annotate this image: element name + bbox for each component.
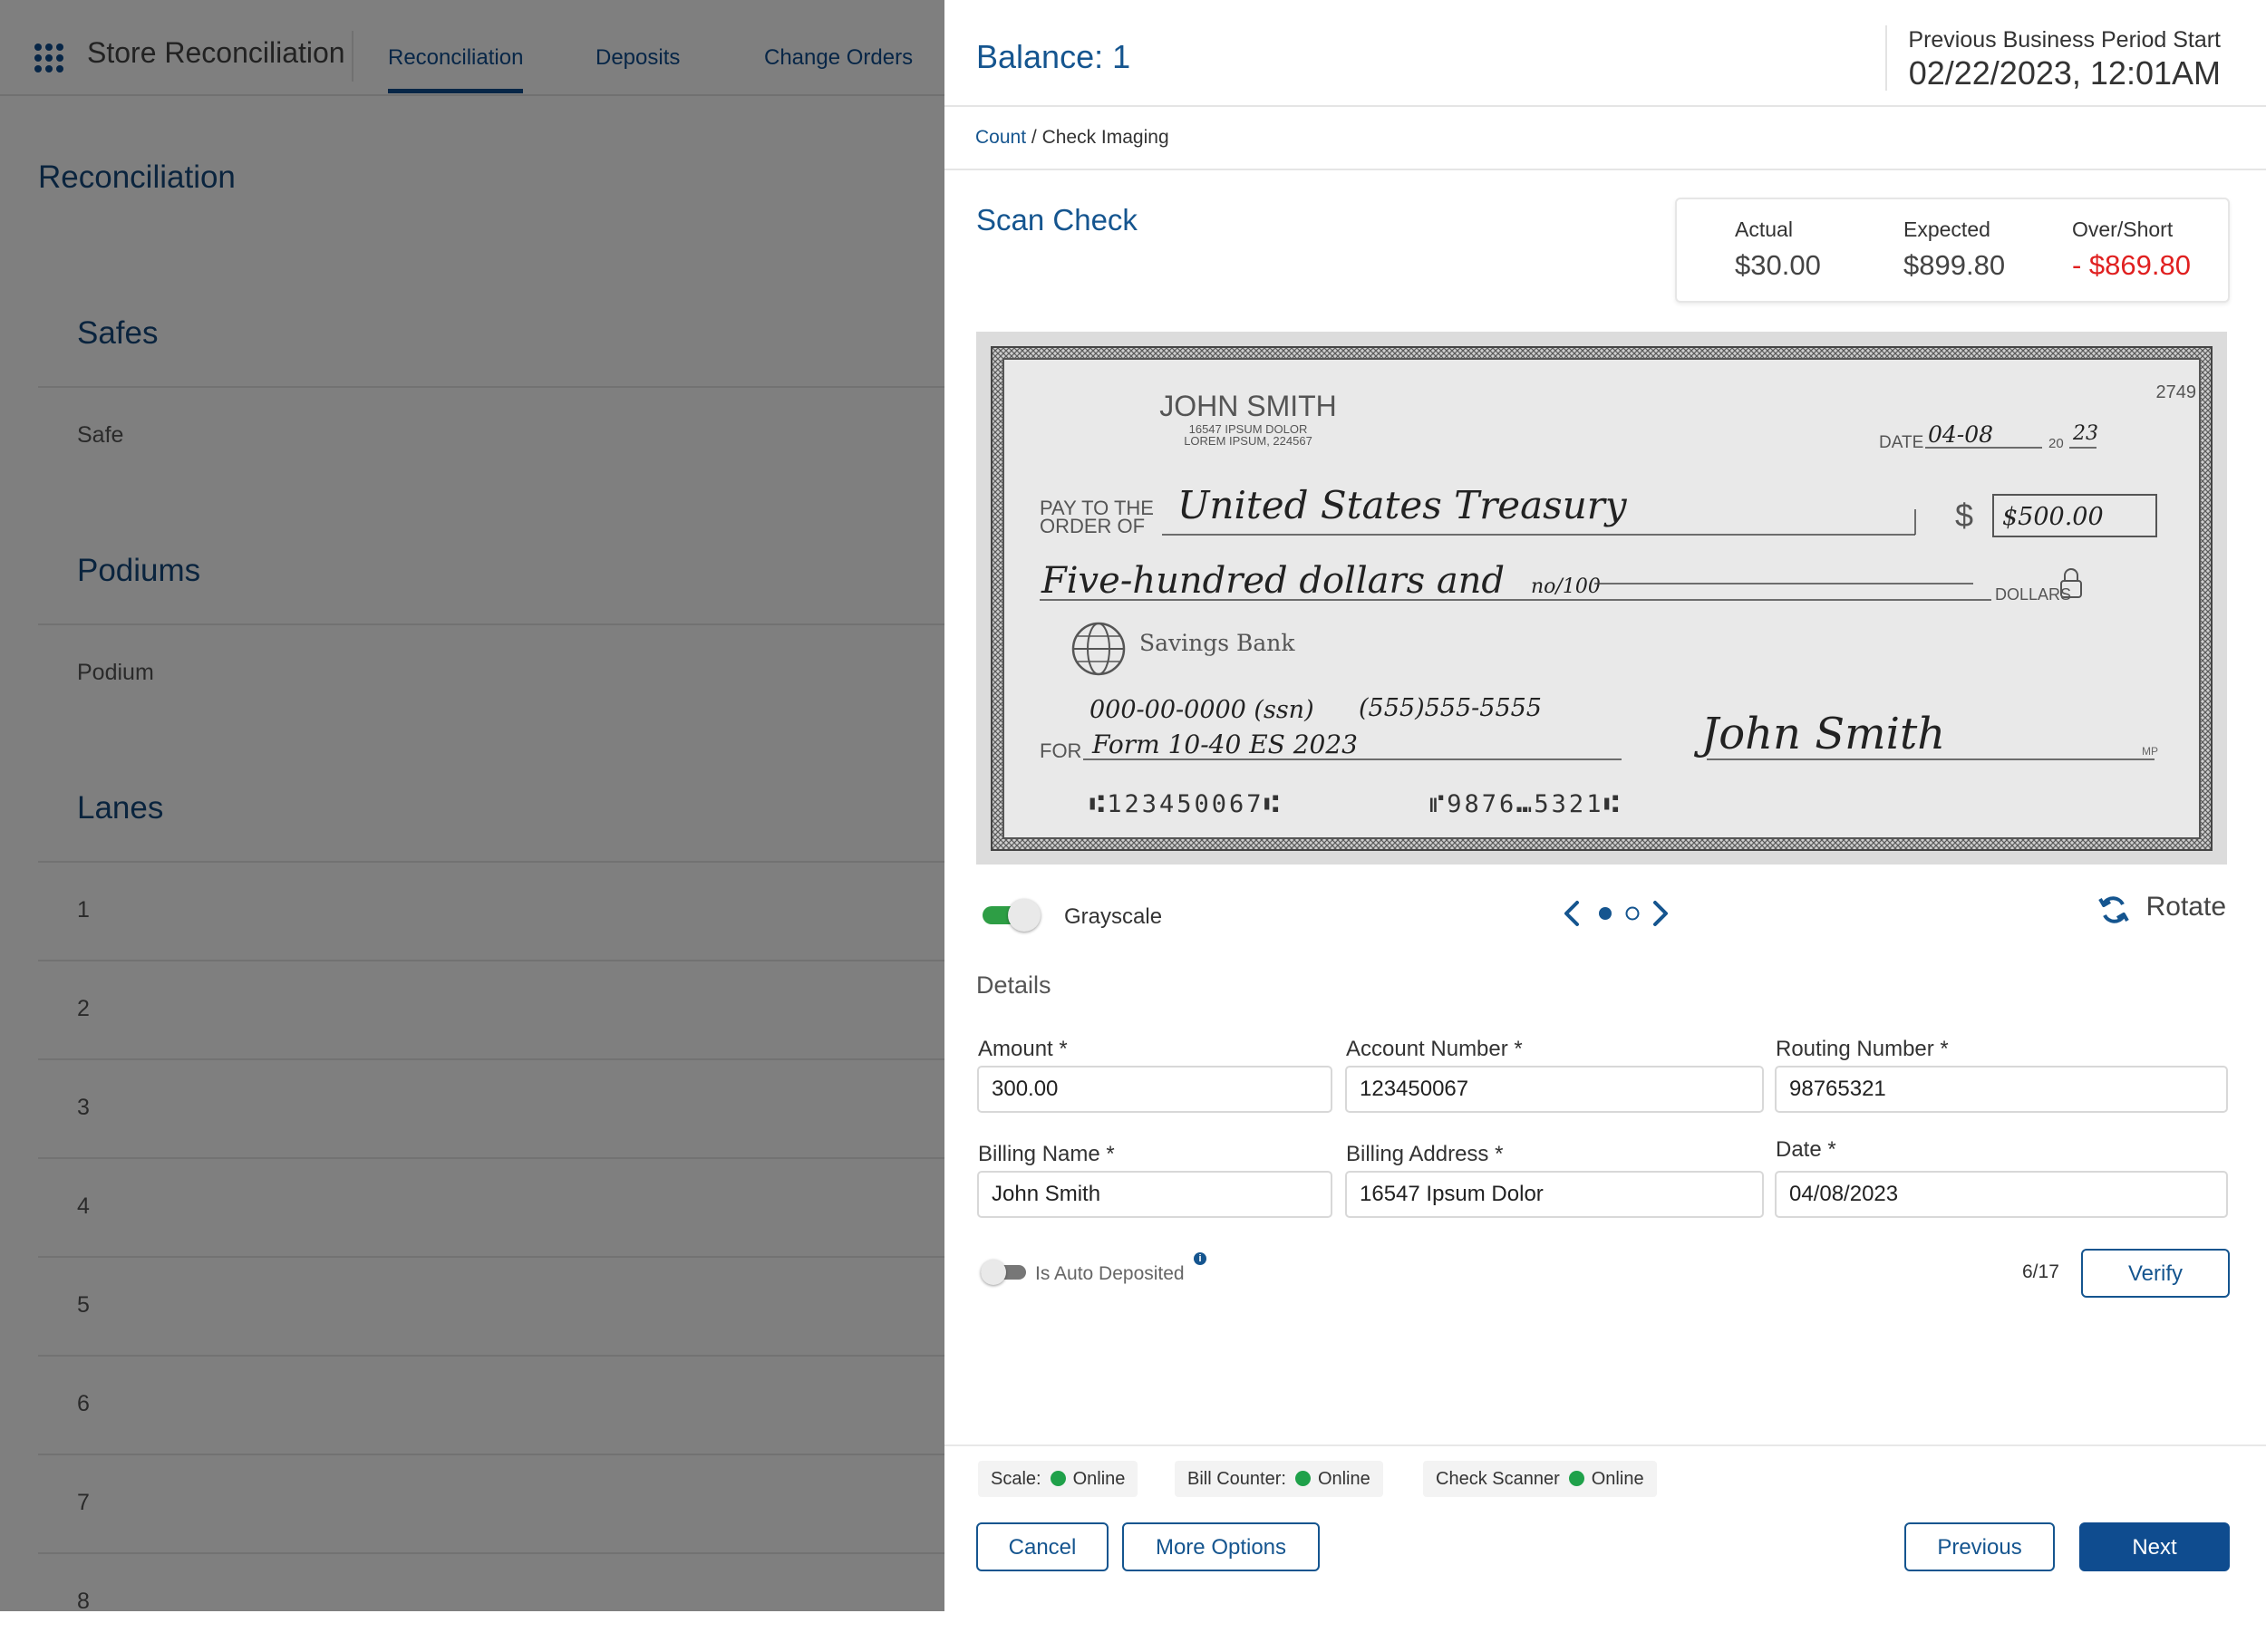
status-check-scanner: Check Scanner Online xyxy=(1423,1461,1657,1497)
details-title: Details xyxy=(976,971,1051,999)
check-counter: 6/17 xyxy=(2022,1261,2059,1282)
check-order-of-label: ORDER OF xyxy=(1040,515,1145,537)
rotate-button[interactable]: Rotate xyxy=(2146,892,2226,923)
status-online-indicator xyxy=(1050,1471,1066,1486)
billing-address-input[interactable] xyxy=(1345,1171,1764,1218)
amount-input[interactable] xyxy=(977,1066,1332,1113)
period-start-value: 02/22/2023, 12:01AM xyxy=(1908,54,2221,92)
billing-name-label: Billing Name * xyxy=(978,1142,1115,1166)
check-mp-mark: MP xyxy=(2142,745,2158,758)
status-state: Online xyxy=(1072,1469,1126,1489)
status-online-indicator xyxy=(1568,1471,1584,1486)
check-cents: no/100 xyxy=(1531,575,1601,598)
toggle-knob xyxy=(1008,899,1041,932)
check-owner-city: LOREM IPSUM, 224567 xyxy=(1184,434,1312,448)
check-dollar-sign: $ xyxy=(1955,497,1973,534)
check-date-value: 04-08 xyxy=(1928,421,1993,448)
breadcrumb: Count / Check Imaging xyxy=(944,105,2266,170)
account-number-label: Account Number * xyxy=(1346,1037,1523,1061)
next-button[interactable]: Next xyxy=(2079,1522,2230,1571)
check-year-value: 23 xyxy=(2072,422,2098,445)
balance-heading: Balance: 1 xyxy=(976,38,1131,75)
expected-value: $899.80 xyxy=(1903,249,2006,281)
breadcrumb-separator: / xyxy=(1026,127,1042,148)
routing-number-label: Routing Number * xyxy=(1776,1037,1949,1061)
status-name: Check Scanner xyxy=(1436,1469,1560,1489)
status-name: Scale: xyxy=(991,1469,1041,1489)
cancel-button[interactable]: Cancel xyxy=(976,1522,1109,1571)
status-state: Online xyxy=(1317,1469,1370,1489)
more-options-button[interactable]: More Options xyxy=(1122,1522,1320,1571)
rotate-icon[interactable] xyxy=(2097,894,2130,926)
check-amount-box: $500.00 xyxy=(2002,503,2104,531)
breadcrumb-count-link[interactable]: Count xyxy=(975,127,1026,148)
check-memo: Form 10-40 ES 2023 xyxy=(1091,729,1358,759)
amount-label: Amount * xyxy=(978,1037,1068,1061)
divider xyxy=(944,1444,2266,1446)
verify-button[interactable]: Verify xyxy=(2081,1249,2230,1298)
over-short-value: - $869.80 xyxy=(2072,249,2191,281)
check-signature: John Smith xyxy=(1693,709,1945,759)
status-scale: Scale: Online xyxy=(978,1461,1138,1497)
expected-label: Expected xyxy=(1903,217,1990,241)
check-for-label: FOR xyxy=(1040,739,1081,762)
chevron-left-icon[interactable] xyxy=(1559,897,1586,930)
check-micr-routing: ⑆123450067⑆ xyxy=(1089,790,1282,818)
divider xyxy=(1885,25,1887,91)
over-short-label: Over/Short xyxy=(2072,217,2174,241)
status-online-indicator xyxy=(1294,1471,1311,1486)
billing-name-input[interactable] xyxy=(977,1171,1332,1218)
status-name: Bill Counter: xyxy=(1187,1469,1286,1489)
previous-button[interactable]: Previous xyxy=(1904,1522,2055,1571)
grayscale-label: Grayscale xyxy=(1064,904,1163,929)
check-imaging-drawer: Balance: 1 Previous Business Period Star… xyxy=(944,0,2266,1611)
billing-address-label: Billing Address * xyxy=(1346,1142,1504,1166)
account-number-input[interactable] xyxy=(1345,1066,1764,1113)
toggle-knob xyxy=(981,1260,1006,1285)
auto-deposited-label: Is Auto Deposited xyxy=(1035,1263,1185,1284)
grayscale-toggle[interactable] xyxy=(983,899,1041,932)
info-icon[interactable]: i xyxy=(1194,1252,1206,1265)
scan-check-title: Scan Check xyxy=(976,203,1138,237)
pager-graphic xyxy=(1559,897,1674,930)
status-state: Online xyxy=(1591,1469,1644,1489)
check-owner-name: JOHN SMITH xyxy=(1159,390,1337,422)
breadcrumb-current: Check Imaging xyxy=(1041,127,1169,148)
check-image: 2749 JOHN SMITH 16547 IPSUM DOLOR LOREM … xyxy=(976,332,2227,865)
check-number: 2749 xyxy=(2156,382,2197,402)
image-pager xyxy=(1534,897,1697,930)
modal-backdrop[interactable] xyxy=(0,0,944,1611)
check-micr-account: ⑈9876⑉5321⑆ xyxy=(1429,790,1622,818)
actual-label: Actual xyxy=(1735,217,1793,241)
check-written-amount: Five-hundred dollars and xyxy=(1041,560,1505,602)
totals-summary-card: Actual $30.00 Expected $899.80 Over/Shor… xyxy=(1675,198,2230,303)
page-dot-active[interactable] xyxy=(1599,907,1612,920)
actual-value: $30.00 xyxy=(1735,249,1821,281)
chevron-right-icon[interactable] xyxy=(1647,897,1674,930)
check-image-drawing: 2749 JOHN SMITH 16547 IPSUM DOLOR LOREM … xyxy=(991,346,2213,851)
check-date-label: DATE xyxy=(1879,433,1923,452)
check-ssn: 000-00-0000 (ssn) xyxy=(1089,696,1314,724)
check-bank-name: Savings Bank xyxy=(1139,630,1295,656)
status-bill-counter: Bill Counter: Online xyxy=(1175,1461,1383,1497)
date-input[interactable] xyxy=(1775,1171,2228,1218)
page-dot[interactable] xyxy=(1625,906,1640,921)
period-start-label: Previous Business Period Start xyxy=(1908,27,2221,53)
date-label: Date * xyxy=(1776,1137,1836,1162)
check-dollars-label: DOLLARS xyxy=(1995,585,2071,604)
auto-deposited-toggle[interactable] xyxy=(981,1258,1031,1285)
check-year-prefix: 20 xyxy=(2048,436,2064,451)
check-payee: United States Treasury xyxy=(1177,483,1628,527)
routing-number-input[interactable] xyxy=(1775,1066,2228,1113)
check-phone: (555)555-5555 xyxy=(1359,694,1542,722)
